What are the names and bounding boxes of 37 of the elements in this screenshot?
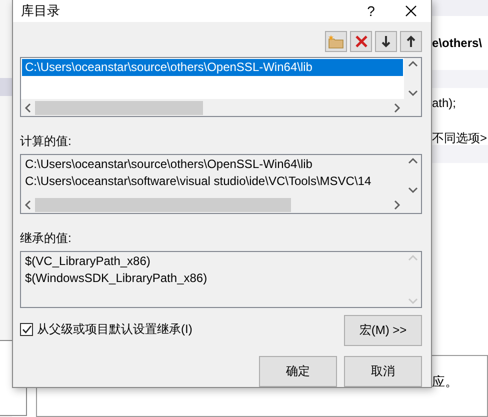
cancel-button[interactable]: 取消	[344, 356, 422, 387]
section-label: 继承的值:	[20, 230, 72, 247]
scrollbar-thumb[interactable]	[35, 198, 291, 212]
code-text: e\others\	[432, 36, 482, 50]
move-down-button[interactable]	[375, 31, 397, 52]
scrollbar-thumb[interactable]	[35, 100, 203, 114]
scroll-right-icon[interactable]	[393, 200, 401, 210]
move-up-button[interactable]	[400, 31, 422, 52]
macros-button[interactable]: 宏(M) >>	[344, 315, 422, 346]
delete-icon	[354, 35, 368, 48]
delete-button[interactable]	[350, 31, 372, 52]
code-text: 不同选项>	[432, 130, 488, 147]
selected-row	[0, 78, 12, 96]
code-text: ath);	[432, 96, 456, 110]
scroll-up-icon[interactable]	[408, 60, 418, 68]
scroll-up-icon[interactable]	[408, 157, 418, 165]
folder-icon	[328, 34, 344, 48]
path-text: $(VC_LibraryPath_x86)	[24, 253, 152, 270]
scroll-left-icon[interactable]	[24, 200, 32, 210]
path-text: $(WindowsSDK_LibraryPath_x86)	[24, 270, 208, 287]
help-button[interactable]: ?	[351, 3, 391, 19]
up-arrow-icon	[406, 35, 416, 48]
list-item[interactable]: C:\Users\oceanstar\source\others\OpenSSL-Win64\lib	[22, 59, 403, 76]
down-arrow-icon	[381, 35, 391, 48]
path-text: C:\Users\oceanstar\source\others\OpenSSL-Win64\lib	[24, 156, 314, 173]
path-text: C:\Users\oceanstar\software\visual studio\ide\VC\Tools\MSVC\14	[24, 173, 372, 190]
close-icon[interactable]	[405, 5, 417, 17]
section-label: 计算的值:	[20, 133, 72, 150]
scroll-down-icon[interactable]	[408, 89, 418, 97]
description-text: 应。	[432, 373, 458, 391]
inherit-checkbox[interactable]	[20, 322, 33, 336]
scroll-left-icon[interactable]	[24, 102, 32, 112]
scroll-right-icon[interactable]	[393, 102, 401, 112]
scroll-down-icon[interactable]	[408, 186, 418, 194]
ok-button[interactable]: 确定	[259, 356, 337, 387]
checkbox-label[interactable]: 从父级或项目默认设置继承(I)	[37, 320, 192, 338]
window-title: 库目录	[21, 2, 61, 20]
